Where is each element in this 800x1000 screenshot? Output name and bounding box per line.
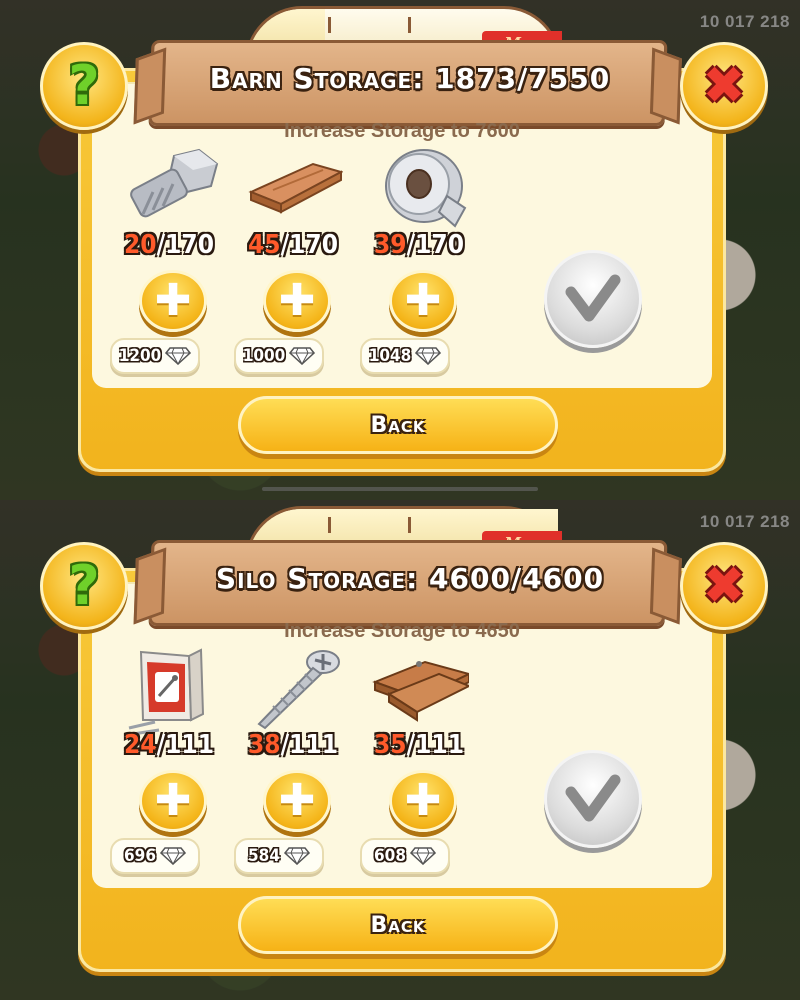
material-count: 39/170 xyxy=(374,230,464,260)
material-count: 38/111 xyxy=(248,730,338,760)
plus-icon: ✚ xyxy=(404,275,442,326)
dialog-title: Silo Storage: 4600/4600 xyxy=(215,562,605,595)
dialog-title: Barn Storage: 1873/7550 xyxy=(209,62,611,95)
material-count: 20/170 xyxy=(124,230,214,260)
duct-tape-icon xyxy=(385,149,467,228)
material-count: 35/111 xyxy=(374,730,464,760)
capacity-tick xyxy=(408,517,411,533)
capacity-tick xyxy=(408,17,411,33)
checkmark-icon xyxy=(565,774,621,822)
diamond-price: 1200 xyxy=(110,338,200,374)
capacity-tick xyxy=(328,517,331,533)
diamond-icon xyxy=(165,347,192,365)
confirm-upgrade-button[interactable] xyxy=(544,750,642,848)
question-mark-icon: ? xyxy=(68,554,100,617)
material-plank: 45/170 ✚ 1000 xyxy=(228,146,358,376)
capacity-tick xyxy=(328,17,331,33)
checkmark-icon xyxy=(565,274,621,322)
material-screw: 38/111 ✚ 584 xyxy=(228,646,358,876)
plus-icon: ✚ xyxy=(278,275,316,326)
buy-screw-button[interactable]: ✚ xyxy=(263,770,331,832)
home-indicator xyxy=(262,487,538,491)
plus-icon: ✚ xyxy=(154,275,192,326)
material-bolt: 20/170 ✚ 1200 xyxy=(104,146,234,376)
silo-storage-screen: 10 017 218 Max Silo Storage: 4600/4600 ?… xyxy=(0,500,800,1000)
upgrade-subtitle: Increase Storage to 4650 xyxy=(284,620,520,642)
nails-box-icon xyxy=(128,648,205,736)
back-button[interactable]: Back xyxy=(238,896,558,954)
diamond-icon xyxy=(289,347,316,365)
material-count: 24/111 xyxy=(124,730,214,760)
material-duct-tape: 39/170 ✚ 1048 xyxy=(354,146,484,376)
coin-counter: 10 017 218 xyxy=(699,512,790,531)
plus-icon: ✚ xyxy=(154,775,192,826)
diamond-price: 584 xyxy=(234,838,324,874)
plank-icon xyxy=(248,162,343,214)
plus-icon: ✚ xyxy=(278,775,316,826)
confirm-upgrade-button[interactable] xyxy=(544,250,642,348)
material-count: 45/170 xyxy=(248,230,338,260)
question-mark-icon: ? xyxy=(68,54,100,117)
material-wood-panel: 35/111 ✚ 608 xyxy=(354,646,484,876)
buy-wood-panel-button[interactable]: ✚ xyxy=(389,770,457,832)
buy-bolt-button[interactable]: ✚ xyxy=(139,270,207,332)
plus-icon: ✚ xyxy=(404,775,442,826)
close-icon: ✖ xyxy=(702,56,746,116)
diamond-price: 1048 xyxy=(360,338,450,374)
barn-storage-screen: 10 017 218 Max Barn Storage: 1873/7550 ?… xyxy=(0,0,800,500)
close-button[interactable]: ✖ xyxy=(680,42,768,130)
coin-counter: 10 017 218 xyxy=(699,12,790,31)
screw-icon xyxy=(257,650,340,730)
buy-plank-button[interactable]: ✚ xyxy=(263,270,331,332)
back-button[interactable]: Back xyxy=(238,396,558,454)
close-icon: ✖ xyxy=(702,556,746,616)
diamond-icon xyxy=(283,847,310,865)
buy-duct-tape-button[interactable]: ✚ xyxy=(389,270,457,332)
help-button[interactable]: ? xyxy=(40,542,128,630)
buy-nails-button[interactable]: ✚ xyxy=(139,770,207,832)
diamond-icon xyxy=(409,847,436,865)
help-button[interactable]: ? xyxy=(40,42,128,130)
wood-panel-icon xyxy=(372,660,469,722)
bolt-icon xyxy=(130,148,219,218)
material-nails: 24/111 ✚ 696 xyxy=(104,646,234,876)
diamond-price: 608 xyxy=(360,838,450,874)
diamond-price: 1000 xyxy=(234,338,324,374)
diamond-icon xyxy=(415,347,442,365)
close-button[interactable]: ✖ xyxy=(680,542,768,630)
diamond-icon xyxy=(159,847,186,865)
diamond-price: 696 xyxy=(110,838,200,874)
upgrade-subtitle: Increase Storage to 7600 xyxy=(284,120,520,142)
